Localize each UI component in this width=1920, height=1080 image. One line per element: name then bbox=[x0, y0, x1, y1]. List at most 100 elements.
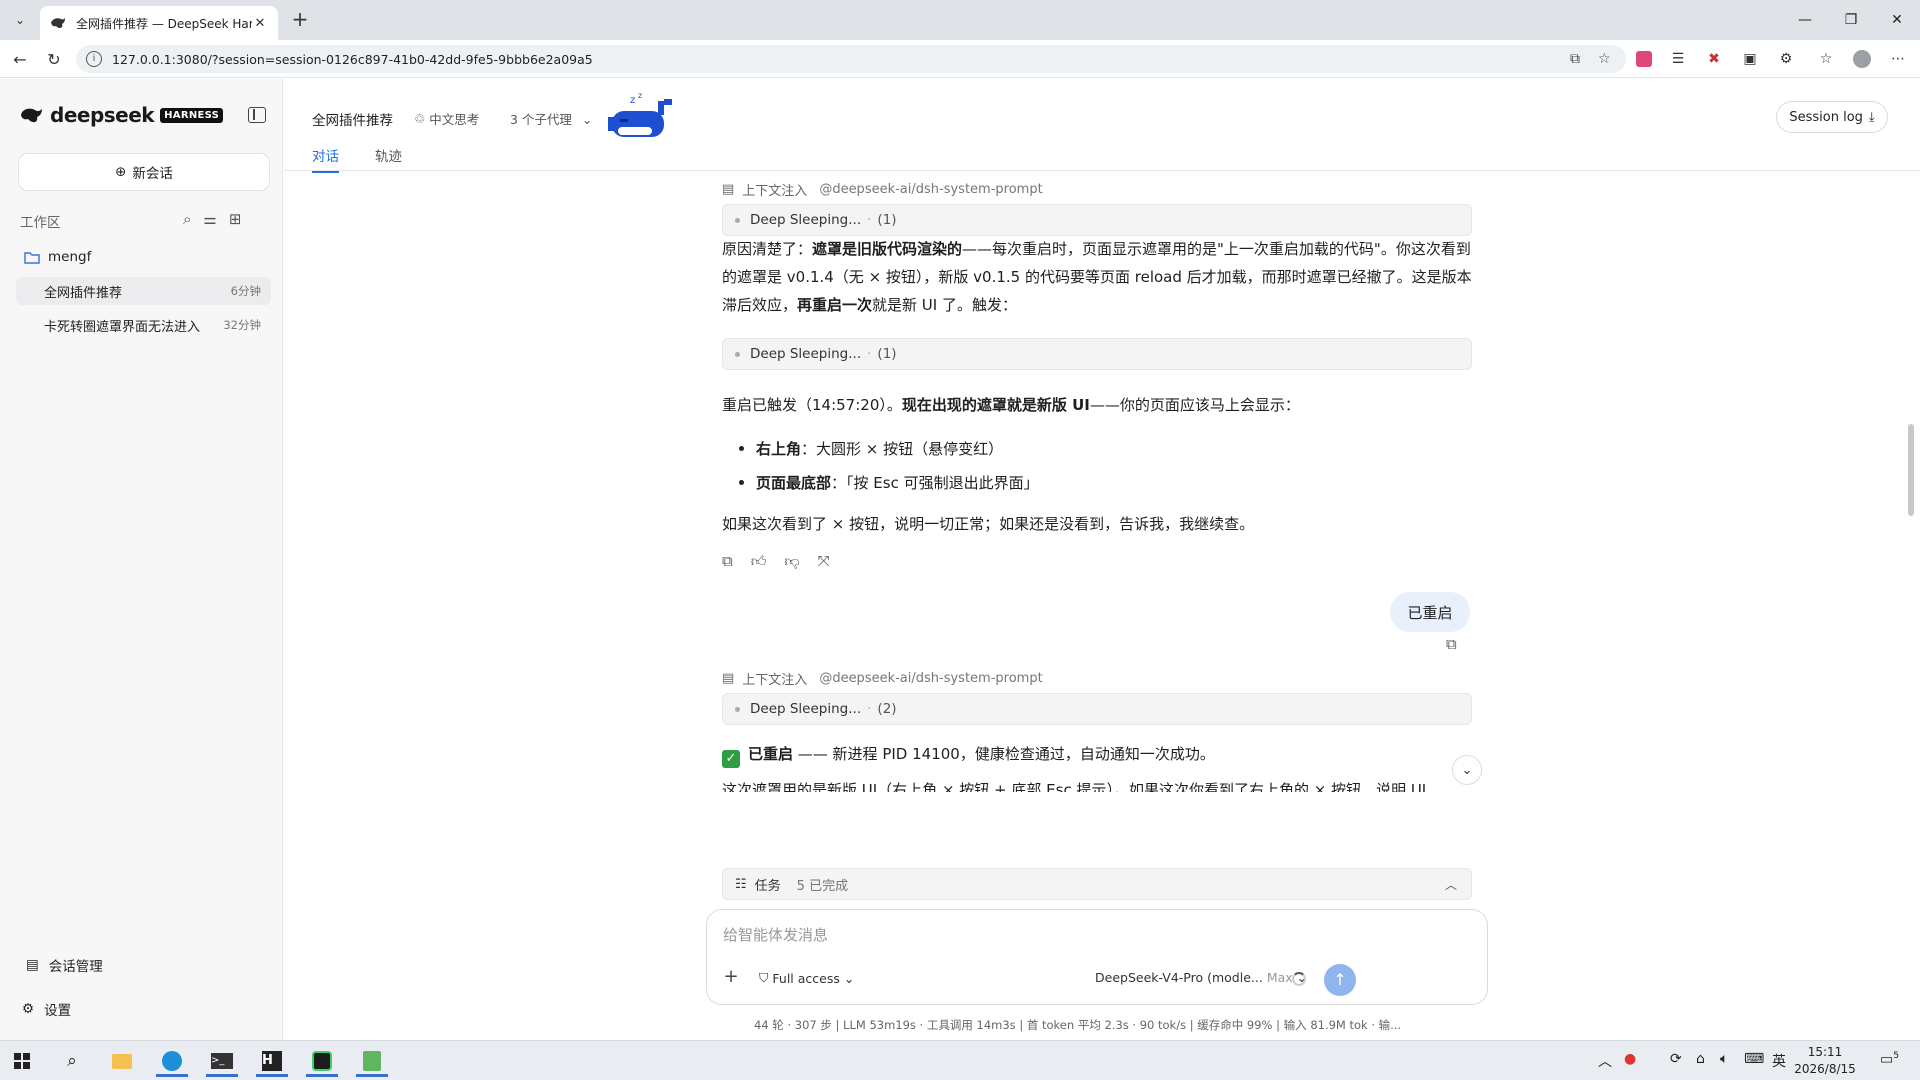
search-icon[interactable]: ⌕ bbox=[50, 1045, 94, 1077]
message-input[interactable]: 给智能体发消息 bbox=[723, 924, 828, 945]
tab-search-button[interactable]: ⌄ bbox=[8, 8, 32, 32]
more-menu-icon[interactable]: ⋯ bbox=[1888, 49, 1908, 69]
task-panel[interactable]: ☷ 任务 5 已完成 ︿ bbox=[722, 868, 1472, 900]
extensions-puzzle-icon[interactable]: ⚙ bbox=[1776, 49, 1796, 69]
gear-icon: ⚙ bbox=[22, 1001, 35, 1017]
extension-x-icon[interactable]: ✖ bbox=[1704, 49, 1724, 69]
bookmark-star-icon[interactable]: ☆ bbox=[1598, 51, 1611, 67]
tray-app-icon[interactable]: ● bbox=[1624, 1051, 1636, 1067]
notepad-chart-icon[interactable] bbox=[350, 1045, 394, 1077]
session-item[interactable]: 卡死转圈遮罩界面无法进入 32分钟 bbox=[16, 311, 271, 339]
back-icon[interactable]: ← bbox=[8, 47, 32, 71]
new-tab-button[interactable]: + bbox=[288, 8, 312, 32]
session-manage-label: 会话管理 bbox=[48, 959, 103, 975]
model-selector[interactable]: DeepSeek-V4-Pro (modle... Max ⌄ bbox=[1095, 970, 1307, 985]
notification-count: 5 bbox=[1893, 1051, 1899, 1061]
bold-span: 再重启一次 bbox=[797, 296, 873, 314]
shield-icon: ⛉ bbox=[759, 970, 769, 985]
attach-plus-button[interactable]: + bbox=[719, 966, 743, 990]
deep-sleeping-collapsible[interactable]: Deep Sleeping... · (1) bbox=[722, 204, 1472, 236]
sleep-label: Deep Sleeping... bbox=[750, 701, 862, 717]
keyboard-icon[interactable]: ⌨ bbox=[1744, 1051, 1764, 1067]
subagents-dropdown[interactable]: 3 个子代理 ⌄ bbox=[510, 109, 592, 128]
restore-button[interactable]: ❐ bbox=[1828, 0, 1874, 40]
model-effort: Max bbox=[1266, 970, 1293, 985]
chat-header: 全网插件推荐 ♲ 中文思考 3 个子代理 ⌄ z z Session log ⤓… bbox=[284, 79, 1920, 173]
status-dot bbox=[735, 217, 740, 223]
thinking-mode-button[interactable]: ♲ 中文思考 bbox=[414, 109, 479, 128]
session-log-button[interactable]: Session log ⤓ bbox=[1776, 101, 1888, 133]
network-icon[interactable]: ⌂ bbox=[1696, 1051, 1705, 1067]
site-info-icon[interactable]: i bbox=[86, 51, 102, 67]
green-terminal-icon[interactable] bbox=[300, 1045, 344, 1077]
close-window-button[interactable]: ✕ bbox=[1874, 0, 1920, 40]
new-folder-icon[interactable]: ⊞ bbox=[229, 210, 242, 228]
close-tab-icon[interactable]: ✕ bbox=[252, 16, 268, 31]
deepseek-logo: deepseek HARNESS bbox=[20, 103, 224, 127]
tray-sync-icon[interactable]: ⟳ bbox=[1670, 1051, 1682, 1067]
file-explorer-icon[interactable] bbox=[100, 1045, 144, 1077]
edge-browser-icon[interactable] bbox=[150, 1045, 194, 1077]
new-chat-button[interactable]: ⊕ 新会话 bbox=[18, 153, 270, 191]
deep-sleeping-collapsible[interactable]: Deep Sleeping... · (1) bbox=[722, 338, 1472, 370]
access-mode-dropdown[interactable]: ⛉ Full access ⌄ bbox=[759, 970, 854, 986]
send-button[interactable]: ↑ bbox=[1324, 964, 1356, 996]
copy-icon[interactable]: ⧉ bbox=[722, 552, 733, 571]
tab-conversation[interactable]: 对话 bbox=[312, 145, 339, 173]
os-taskbar: ⌕ >_ H ︿ ● ⟳ ⌂ 🔈︎ ⌨ 英 15:11 2026/8/15 ▭5 bbox=[0, 1040, 1920, 1080]
folder-name: mengf bbox=[48, 249, 92, 265]
tab-title: 全网插件推荐 — DeepSeek Harne: bbox=[76, 16, 252, 31]
text-span: 就是新 UI 了。触发： bbox=[872, 296, 1017, 314]
model-name: DeepSeek-V4-Pro (modle... bbox=[1095, 970, 1263, 985]
settings-button[interactable]: ⚙ 设置 bbox=[22, 999, 71, 1019]
logo-badge: HARNESS bbox=[160, 107, 224, 123]
scroll-to-bottom-button[interactable]: ⌄ bbox=[1452, 755, 1482, 785]
chat-scroll-area[interactable]: ▤ 上下文注入 @deepseek-ai/dsh-system-prompt D… bbox=[284, 172, 1920, 792]
document-icon: ▤ bbox=[26, 957, 39, 973]
terminal-icon[interactable]: >_ bbox=[200, 1045, 244, 1077]
start-windows-icon[interactable] bbox=[0, 1045, 44, 1077]
open-in-app-icon[interactable]: ⧉ bbox=[1570, 51, 1580, 67]
tray-overflow-icon[interactable]: ︿ bbox=[1598, 1051, 1612, 1071]
tab-trajectory[interactable]: 轨迹 bbox=[375, 145, 402, 173]
loading-spinner-icon bbox=[1292, 972, 1306, 986]
system-clock[interactable]: 15:11 2026/8/15 bbox=[1790, 1044, 1860, 1078]
workspace-folder[interactable]: mengf bbox=[24, 249, 91, 265]
copy-icon[interactable]: ⧉ bbox=[1446, 635, 1457, 653]
session-item[interactable]: 全网插件推荐 6分钟 bbox=[16, 277, 271, 305]
branch-icon[interactable]: ⤧ bbox=[818, 552, 830, 571]
browser-tab[interactable]: 全网插件推荐 — DeepSeek Harne: ✕ bbox=[40, 6, 278, 40]
favorites-icon[interactable]: ☆ bbox=[1816, 49, 1836, 69]
profile-avatar[interactable] bbox=[1852, 49, 1872, 69]
usage-stats: 44 轮 · 307 步 | LLM 53m19s · 工具调用 14m3s |… bbox=[754, 1018, 1402, 1032]
scrollbar-thumb[interactable] bbox=[1908, 424, 1914, 516]
thumbs-down-icon[interactable]: 👎︎ bbox=[784, 552, 799, 571]
search-icon[interactable]: ⌕ bbox=[183, 210, 191, 228]
translate-extension-icon[interactable] bbox=[1634, 49, 1654, 69]
separator: · bbox=[867, 212, 872, 228]
thumbs-up-icon[interactable]: 👍︎ bbox=[751, 552, 767, 571]
harness-app-icon[interactable]: H bbox=[250, 1045, 294, 1077]
sidebar: deepseek HARNESS ⊕ 新会话 工作区 ⌕ ⚌ ⊞ mengf 全… bbox=[0, 79, 283, 1040]
sleep-count: (1) bbox=[877, 346, 897, 362]
reading-list-icon[interactable]: ☰ bbox=[1668, 49, 1688, 69]
session-manage-button[interactable]: ▤ 会话管理 bbox=[26, 955, 103, 975]
main-panel: 全网插件推荐 ♲ 中文思考 3 个子代理 ⌄ z z Session log ⤓… bbox=[284, 79, 1920, 1040]
volume-icon[interactable]: 🔈︎ bbox=[1720, 1051, 1728, 1067]
extension-block-icon[interactable]: ▣ bbox=[1740, 49, 1760, 69]
sidebar-toggle-icon[interactable] bbox=[248, 107, 266, 123]
deep-sleeping-collapsible[interactable]: Deep Sleeping... · (2) bbox=[722, 693, 1472, 725]
context-label: 上下文注入 bbox=[742, 184, 808, 199]
address-bar[interactable]: i 127.0.0.1:3080/?session=session-0126c8… bbox=[76, 45, 1626, 73]
notification-center-icon[interactable]: ▭5 bbox=[1880, 1051, 1899, 1068]
filter-icon[interactable]: ⚌ bbox=[203, 210, 216, 228]
reload-icon[interactable]: ↻ bbox=[42, 47, 66, 71]
document-icon: ▤ bbox=[722, 671, 735, 686]
ime-indicator[interactable]: 英 bbox=[1772, 1051, 1786, 1071]
text-span: 这次遮罩用的是新版 UI（右上角 × 按钮 + 底部 Esc 提示）。如果这次你… bbox=[722, 781, 1427, 792]
clock-date: 2026/8/15 bbox=[1794, 1062, 1856, 1076]
minimize-button[interactable]: — bbox=[1782, 0, 1828, 40]
bullet-item: 页面最底部：「按 Esc 可强制退出此界面」 bbox=[739, 472, 1039, 493]
assistant-paragraph: 原因清楚了：遮罩是旧版代码渲染的——每次重启时，页面显示遮罩用的是"上一次重启加… bbox=[722, 235, 1472, 319]
chevron-up-icon[interactable]: ︿ bbox=[1445, 876, 1457, 893]
